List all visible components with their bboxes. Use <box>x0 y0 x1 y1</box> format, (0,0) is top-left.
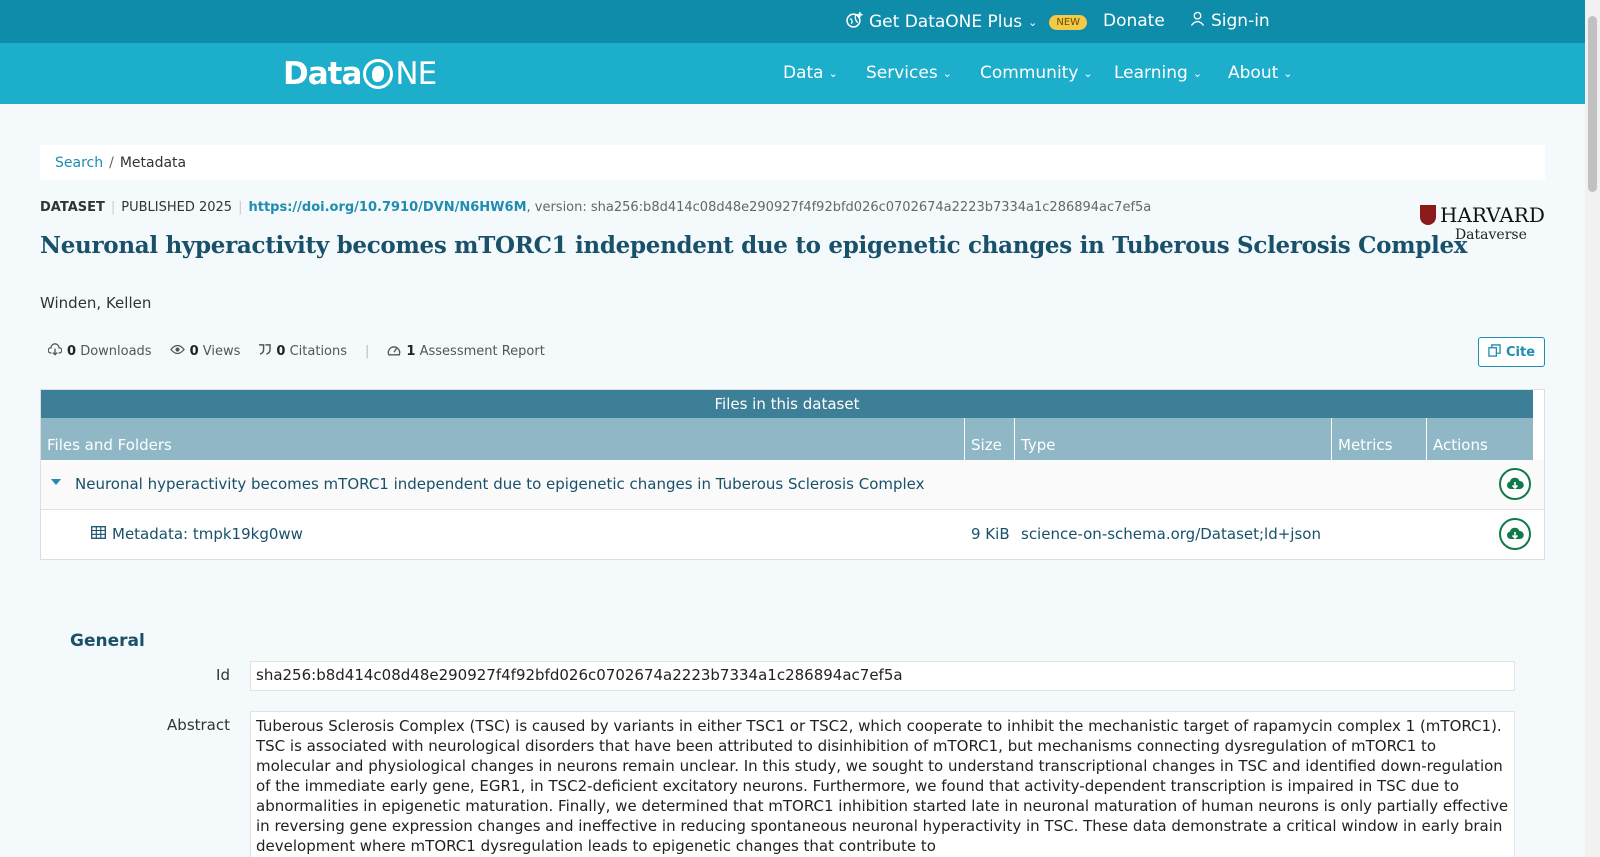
download-file-button[interactable] <box>1499 518 1531 550</box>
globe-plus-icon <box>846 11 863 33</box>
folder-name[interactable]: Neuronal hyperactivity becomes mTORC1 in… <box>75 475 925 493</box>
folder-row: Neuronal hyperactivity becomes mTORC1 in… <box>41 460 1544 510</box>
top-bar: Get DataONE Plus ⌄ NEW Donate Sign-in <box>0 0 1585 43</box>
user-icon <box>1190 11 1205 31</box>
get-dataone-plus-label: Get DataONE Plus <box>869 12 1023 32</box>
id-value: sha256:b8d414c08d48e290927f4f92bfd026c07… <box>250 661 1515 691</box>
dataset-metrics: 0 Downloads 0 Views 0 Citations | 1 Asse… <box>47 343 545 360</box>
page-scrollbar[interactable] <box>1585 0 1600 857</box>
nav-services-label: Services <box>866 63 938 83</box>
cloud-download-icon <box>1507 477 1524 490</box>
column-actions: Actions <box>1433 436 1488 454</box>
abstract-value: Tuberous Sclerosis Complex (TSC) is caus… <box>250 711 1515 857</box>
citations-count: 0 <box>276 344 286 359</box>
abstract-label: Abstract <box>167 716 230 734</box>
logo-text-ne: NE <box>395 56 437 92</box>
column-size: Size <box>965 418 1015 460</box>
main-navbar: Data NE Data ⌄ Services ⌄ Community ⌄ Learn… <box>0 43 1585 104</box>
new-badge: NEW <box>1049 14 1088 30</box>
table-icon <box>91 525 106 543</box>
downloads-label: Downloads <box>80 344 152 359</box>
cloud-download-icon <box>1507 527 1524 540</box>
cloud-download-icon <box>47 343 63 360</box>
cite-label: Cite <box>1505 344 1536 360</box>
chevron-down-icon: ⌄ <box>1283 66 1293 80</box>
file-name-label: Metadata: tmpk19kg0ww <box>112 525 303 543</box>
id-label: Id <box>216 666 230 684</box>
column-type: Type <box>1015 418 1332 460</box>
globe-icon <box>363 59 394 89</box>
citations-label: Citations <box>289 344 348 359</box>
downloads-count: 0 <box>67 344 77 359</box>
caret-down-icon[interactable] <box>51 479 61 485</box>
nav-data-label: Data <box>783 63 824 83</box>
repository-name: HARVARD <box>1440 203 1545 227</box>
file-row: Metadata: tmpk19kg0ww 9 KiB science-on-s… <box>41 510 1544 560</box>
donate-link[interactable]: Donate <box>1103 11 1165 31</box>
views-count: 0 <box>189 344 199 359</box>
dataset-title: Neuronal hyperactivity becomes mTORC1 in… <box>40 232 1468 259</box>
dataone-logo[interactable]: Data NE <box>283 56 437 92</box>
dataset-author[interactable]: Winden, Kellen <box>40 294 151 312</box>
sign-in-link[interactable]: Sign-in <box>1190 11 1270 31</box>
nav-community-label: Community <box>980 63 1079 83</box>
sign-in-label: Sign-in <box>1211 11 1270 31</box>
nav-community[interactable]: Community ⌄ <box>980 63 1093 83</box>
quote-icon <box>258 344 272 359</box>
views-metric: 0 Views <box>169 344 241 359</box>
nav-about-label: About <box>1228 63 1279 83</box>
copy-icon <box>1488 343 1501 361</box>
gauge-icon <box>387 344 401 360</box>
dataset-meta-line: DATASET | PUBLISHED 2025 | https://doi.o… <box>40 200 1151 215</box>
assessment-metric[interactable]: 1 Assessment Report <box>387 344 545 360</box>
get-dataone-plus-menu[interactable]: Get DataONE Plus ⌄ NEW <box>846 11 1088 33</box>
file-name[interactable]: Metadata: tmpk19kg0ww <box>91 525 303 543</box>
download-folder-button[interactable] <box>1499 468 1531 500</box>
published-date: PUBLISHED 2025 <box>121 200 233 215</box>
chevron-down-icon: ⌄ <box>1192 66 1203 80</box>
breadcrumb-current: Metadata <box>119 155 187 171</box>
views-label: Views <box>202 344 241 359</box>
nav-services[interactable]: Services ⌄ <box>866 63 952 83</box>
column-metrics: Metrics <box>1332 418 1427 460</box>
breadcrumb-search-link[interactable]: Search <box>55 155 103 171</box>
metrics-separator: | <box>365 344 370 359</box>
files-table: Files in this dataset Files and Folders … <box>40 389 1545 560</box>
breadcrumb-separator: / <box>109 155 114 171</box>
file-type: science-on-schema.org/Dataset;ld+json <box>1021 525 1321 543</box>
assessment-count: 1 <box>406 344 416 359</box>
logo-text-data: Data <box>283 56 362 92</box>
doi-link[interactable]: https://doi.org/10.7910/DVN/N6HW6M <box>248 200 526 215</box>
chevron-down-icon: ⌄ <box>828 66 838 80</box>
chevron-down-icon: ⌄ <box>1028 15 1038 29</box>
nav-about[interactable]: About ⌄ <box>1228 63 1292 83</box>
files-table-header: Files in this dataset <box>41 390 1533 418</box>
cite-button[interactable]: Cite <box>1478 337 1545 367</box>
meta-divider: | <box>110 200 116 215</box>
chevron-down-icon: ⌄ <box>1083 66 1093 80</box>
eye-icon <box>169 344 185 359</box>
downloads-metric: 0 Downloads <box>47 343 152 360</box>
dataset-type: DATASET <box>40 200 105 215</box>
citations-metric: 0 Citations <box>258 344 347 359</box>
repository-logo[interactable]: HARVARD Dataverse <box>1420 203 1545 243</box>
nav-data[interactable]: Data ⌄ <box>783 63 838 83</box>
file-size: 9 KiB <box>971 525 1010 543</box>
nav-learning-label: Learning <box>1114 63 1188 83</box>
harvard-shield-icon <box>1420 205 1436 225</box>
chevron-down-icon: ⌄ <box>942 66 952 80</box>
version-text: , version: sha256:b8d414c08d48e290927f4f… <box>526 200 1152 215</box>
meta-divider: | <box>238 200 243 215</box>
column-files-and-folders: Files and Folders <box>41 418 965 460</box>
scrollbar-thumb[interactable] <box>1588 16 1597 192</box>
assessment-label: Assessment Report <box>419 344 545 359</box>
general-heading: General <box>70 631 145 651</box>
repository-subname: Dataverse <box>1454 227 1527 243</box>
breadcrumb: Search / Metadata <box>40 145 1545 180</box>
nav-learning[interactable]: Learning ⌄ <box>1114 63 1202 83</box>
files-table-columns: Files and Folders Size Type Metrics Acti… <box>41 418 1533 460</box>
